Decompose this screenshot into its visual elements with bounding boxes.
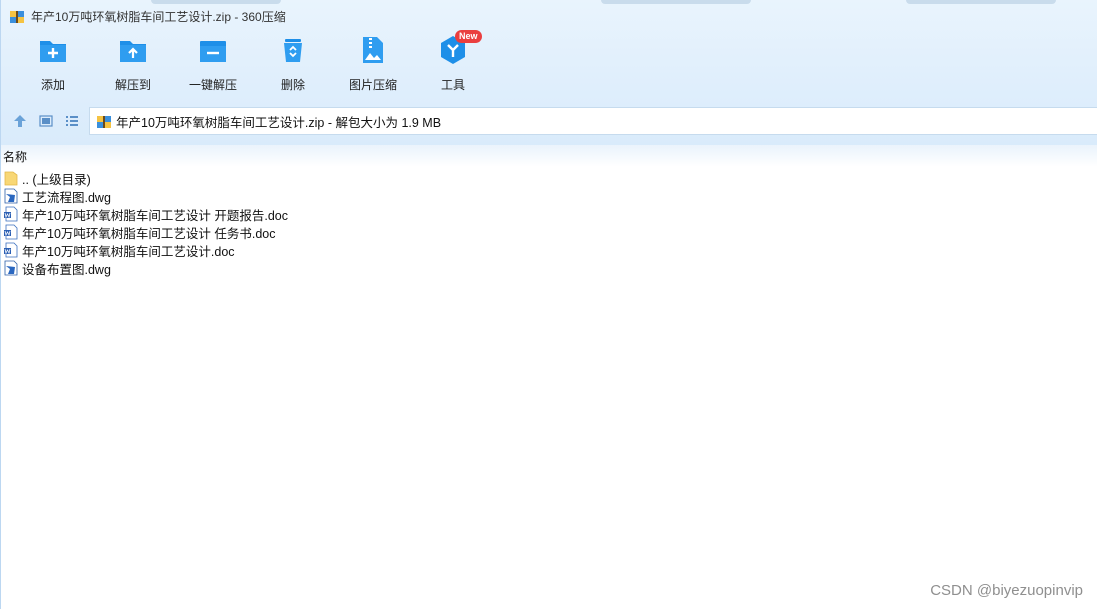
window-title: 年产10万吨环氧树脂车间工艺设计.zip - 360压缩: [31, 9, 286, 24]
address-bar[interactable]: 年产10万吨环氧树脂车间工艺设计.zip - 解包大小为 1.9 MB: [89, 107, 1097, 135]
archive-icon: [10, 11, 24, 23]
file-name: .. (上级目录): [22, 172, 91, 187]
list-item-parent-dir[interactable]: .. (上级目录): [3, 169, 703, 187]
file-name: 工艺流程图.dwg: [22, 190, 111, 205]
file-name: 年产10万吨环氧树脂车间工艺设计.doc: [22, 244, 235, 259]
list-view-icon: [66, 116, 78, 126]
folder-icon: [4, 171, 18, 186]
one-click-extract-label: 一键解压: [188, 78, 237, 92]
view-list-button[interactable]: [59, 107, 85, 135]
list-item[interactable]: 年产10万吨环氧树脂车间工艺设计.doc: [3, 241, 703, 259]
file-list: .. (上级目录) 工艺流程图.dwg 年产10万吨环氧树脂车间工艺设计 开题报…: [3, 169, 703, 277]
dwg-file-icon: [4, 188, 18, 204]
extract-to-button[interactable]: 解压到: [93, 34, 173, 98]
add-folder-icon: [40, 41, 66, 62]
image-compress-label: 图片压缩: [348, 78, 397, 92]
view-thumbnail-button[interactable]: [33, 107, 59, 135]
extract-to-icon: [120, 41, 146, 62]
top-chrome: 年产10万吨环氧树脂车间工艺设计.zip - 360压缩 添加 解压到 一键解压…: [1, 0, 1097, 145]
list-item[interactable]: 年产10万吨环氧树脂车间工艺设计 开题报告.doc: [3, 205, 703, 223]
delete-button[interactable]: 删除: [253, 34, 333, 98]
address-text: 年产10万吨环氧树脂车间工艺设计.zip - 解包大小为 1.9 MB: [116, 115, 442, 130]
watermark-text: CSDN @biyezuopinvip: [930, 582, 1083, 599]
new-badge: New: [455, 30, 482, 43]
file-name: 设备布置图.dwg: [22, 262, 111, 277]
image-compress-button[interactable]: 图片压缩: [333, 34, 413, 98]
image-compress-icon: [363, 37, 383, 63]
list-item[interactable]: 设备布置图.dwg: [3, 259, 703, 277]
add-label: 添加: [40, 78, 65, 92]
column-name-label: 名称: [3, 149, 28, 164]
one-click-extract-icon: [200, 41, 226, 62]
tools-icon-wrap: New: [437, 30, 482, 66]
arrow-up-icon: [14, 115, 26, 127]
column-header-name[interactable]: 名称: [1, 145, 1097, 167]
toolbar: 添加 解压到 一键解压 删除 图片压缩 New 工具: [1, 30, 1097, 98]
tools-label: 工具: [440, 78, 465, 92]
delete-label: 删除: [280, 78, 305, 92]
recycle-bin-icon: [284, 39, 302, 62]
doc-file-icon: [4, 224, 18, 240]
doc-file-icon: [4, 206, 18, 222]
file-name: 年产10万吨环氧树脂车间工艺设计 开题报告.doc: [22, 208, 289, 223]
thumbnail-view-icon: [39, 115, 53, 127]
one-click-extract-button[interactable]: 一键解压: [173, 34, 253, 98]
up-button[interactable]: [7, 107, 33, 135]
file-name: 年产10万吨环氧树脂车间工艺设计 任务书.doc: [22, 226, 276, 241]
list-item[interactable]: 工艺流程图.dwg: [3, 187, 703, 205]
app-window: 年产10万吨环氧树脂车间工艺设计.zip - 360压缩 添加 解压到 一键解压…: [0, 0, 1097, 609]
list-item[interactable]: 年产10万吨环氧树脂车间工艺设计 任务书.doc: [3, 223, 703, 241]
dwg-file-icon: [4, 260, 18, 276]
doc-file-icon: [4, 242, 18, 258]
add-button[interactable]: 添加: [13, 34, 93, 98]
address-row: 年产10万吨环氧树脂车间工艺设计.zip - 解包大小为 1.9 MB: [1, 106, 1097, 136]
title-bar: 年产10万吨环氧树脂车间工艺设计.zip - 360压缩: [1, 0, 1097, 32]
extract-to-label: 解压到: [114, 78, 151, 92]
archive-icon: [97, 116, 111, 128]
tools-button[interactable]: New 工具: [413, 30, 493, 98]
